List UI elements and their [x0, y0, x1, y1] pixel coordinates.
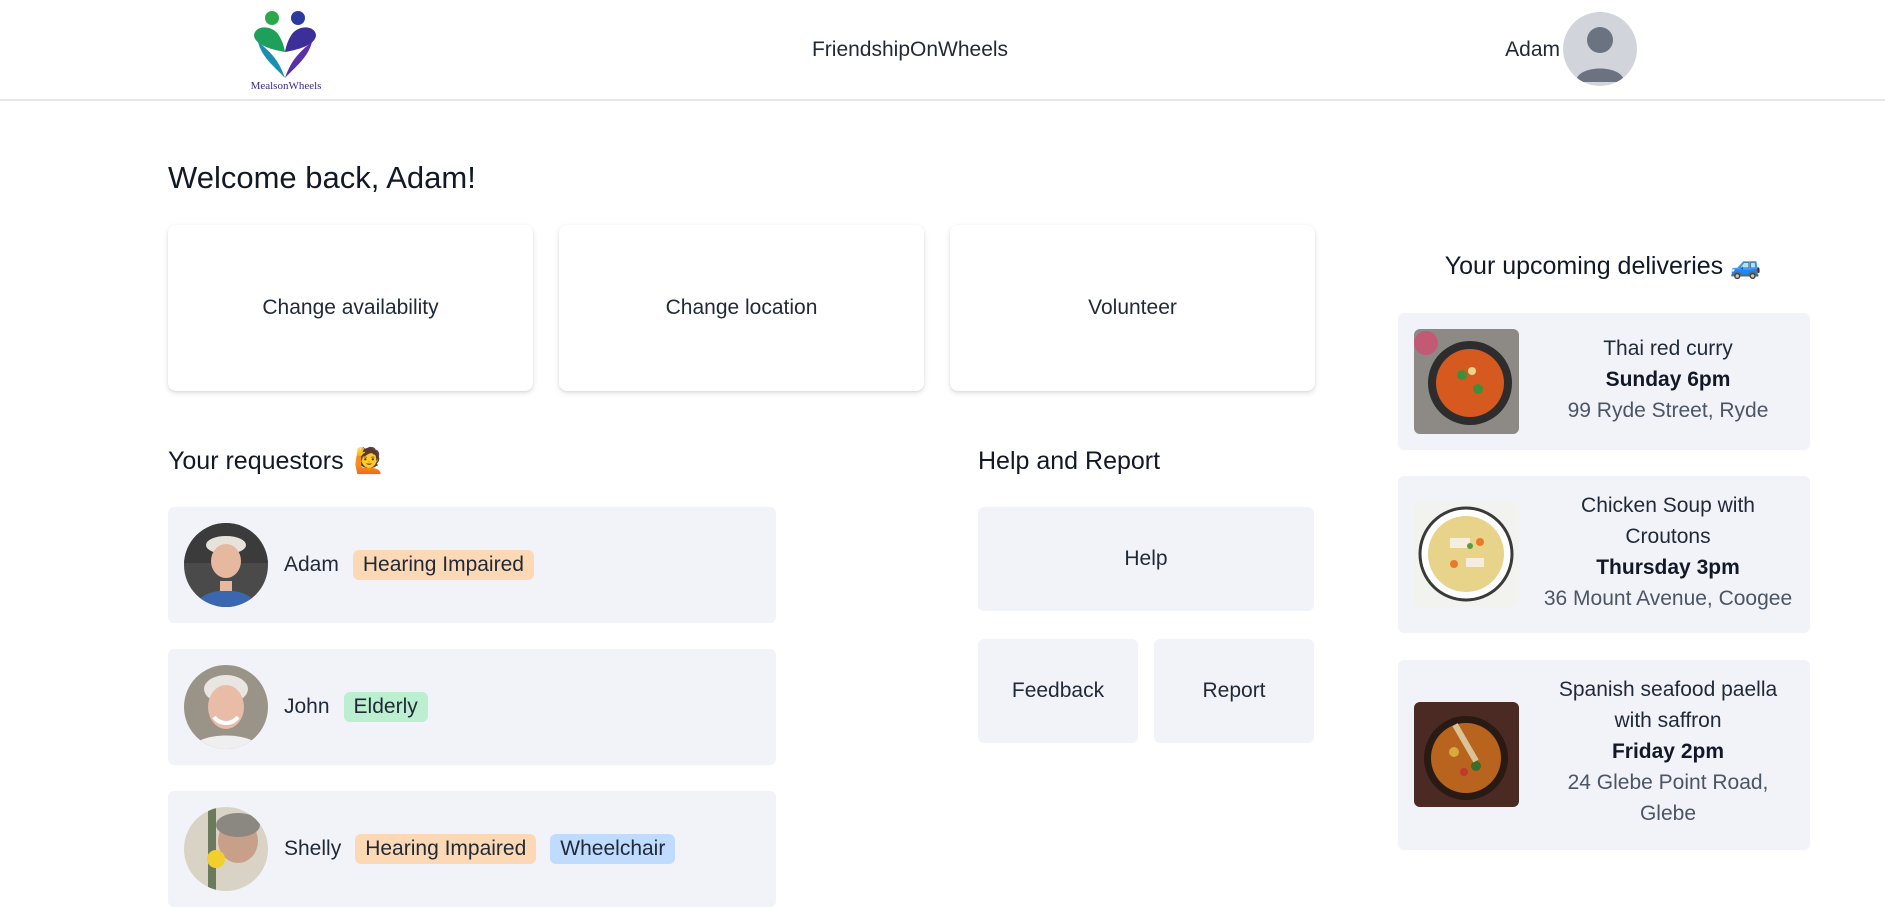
requestors-title: Your requestors: [168, 447, 344, 475]
chicken-soup-image: [1414, 502, 1519, 607]
delivery-details: Chicken Soup with Croutons Thursday 3pm …: [1538, 490, 1798, 614]
paella-image: [1414, 702, 1519, 807]
hearing-impaired-tag: Hearing Impaired: [355, 834, 537, 864]
delivery-card[interactable]: Spanish seafood paella with saffron Frid…: [1398, 660, 1810, 850]
logo-text: MealsonWheels: [250, 80, 322, 92]
delivery-card[interactable]: Thai red curry Sunday 6pm 99 Ryde Street…: [1398, 313, 1810, 450]
requestor-name: Adam: [284, 553, 339, 576]
deliveries-heading: Your upcoming deliveries 🚙: [1398, 252, 1808, 281]
user-avatar[interactable]: [1563, 12, 1637, 86]
report-button[interactable]: Report: [1154, 639, 1314, 743]
requestor-photo: [184, 523, 268, 607]
delivery-dish: Thai red curry: [1603, 337, 1733, 360]
change-availability-button[interactable]: Change availability: [168, 225, 533, 391]
thai-red-curry-image: [1414, 329, 1519, 434]
requestor-name: Shelly: [284, 837, 342, 860]
delivery-card[interactable]: Chicken Soup with Croutons Thursday 3pm …: [1398, 476, 1810, 633]
requestor-name: John: [284, 695, 330, 718]
delivery-address: 36 Mount Avenue, Coogee: [1543, 587, 1793, 610]
deliveries-title: Your upcoming deliveries: [1444, 252, 1724, 280]
delivery-address: 99 Ryde Street, Ryde: [1567, 399, 1769, 422]
delivery-dish: Chicken Soup with Croutons: [1581, 494, 1755, 548]
requestor-card[interactable]: Shelly Hearing Impaired Wheelchair: [168, 791, 776, 907]
brand-name[interactable]: FriendshipOnWheels: [800, 38, 1020, 62]
help-button[interactable]: Help: [978, 507, 1314, 611]
delivery-time: Sunday 6pm: [1605, 368, 1731, 391]
delivery-time: Thursday 3pm: [1596, 556, 1740, 579]
help-report-title: Help and Report: [978, 447, 1161, 475]
header-username: Adam: [1505, 38, 1560, 61]
requestor-card[interactable]: John Elderly: [168, 649, 776, 765]
requestors-heading: Your requestors 🙋: [168, 447, 385, 476]
car-icon: 🚙: [1730, 252, 1762, 280]
delivery-details: Spanish seafood paella with saffron Frid…: [1538, 674, 1798, 829]
elderly-tag: Elderly: [343, 692, 428, 722]
delivery-details: Thai red curry Sunday 6pm 99 Ryde Street…: [1538, 333, 1798, 426]
wheelchair-tag: Wheelchair: [550, 834, 676, 864]
change-location-button[interactable]: Change location: [559, 225, 924, 391]
requestor-card[interactable]: Adam Hearing Impaired: [168, 507, 776, 623]
welcome-heading: Welcome back, Adam!: [168, 160, 476, 195]
delivery-time: Friday 2pm: [1611, 740, 1725, 763]
meals-on-wheels-logo[interactable]: MealsonWheels: [244, 6, 328, 94]
hearing-impaired-tag: Hearing Impaired: [352, 550, 534, 580]
raising-hand-icon: 🙋: [353, 447, 385, 475]
requestor-photo: [184, 807, 268, 891]
feedback-button[interactable]: Feedback: [978, 639, 1138, 743]
delivery-dish: Spanish seafood paella with saffron: [1558, 678, 1778, 732]
navbar: MealsonWheels FriendshipOnWheels Adam: [0, 0, 1885, 101]
volunteer-button[interactable]: Volunteer: [950, 225, 1315, 391]
delivery-address: 24 Glebe Point Road, Glebe: [1567, 771, 1769, 825]
help-report-heading: Help and Report: [978, 447, 1160, 476]
requestor-photo: [184, 665, 268, 749]
